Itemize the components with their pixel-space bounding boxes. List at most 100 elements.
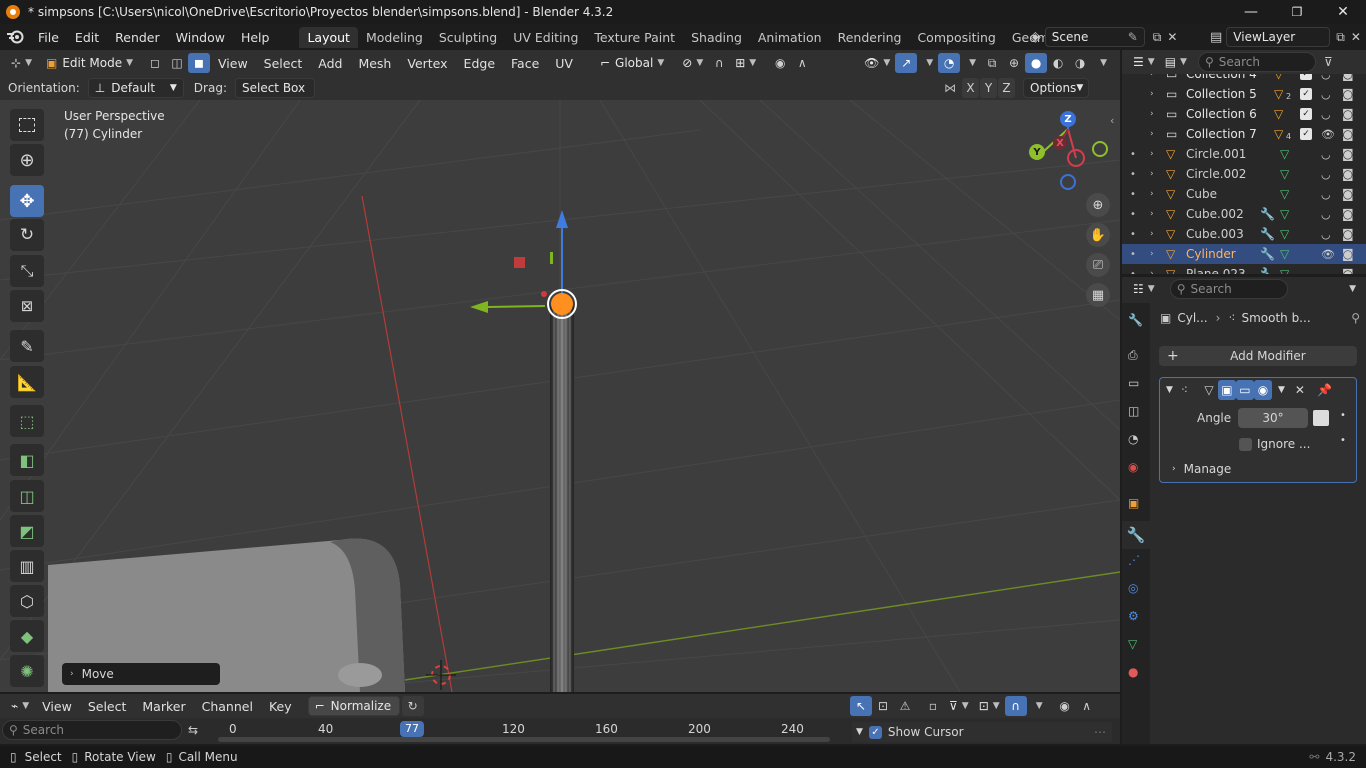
view-layer-selector[interactable]: ▤ ViewLayer ⧉ ✕ — [1210, 27, 1361, 47]
overlays-dropdown[interactable]: ▼ — [960, 53, 981, 73]
header-menu-face[interactable]: Face — [503, 56, 547, 71]
outliner-row[interactable]: • › ▽ Cube.003 🔧 ▽ ◡ ◙ — [1122, 224, 1366, 244]
blender-menu-icon[interactable] — [0, 30, 30, 44]
knife-tool-icon[interactable]: ⬡ — [10, 585, 44, 617]
render-camera-icon[interactable]: ◙ — [1342, 127, 1354, 141]
outliner-row[interactable]: • › ▽ Circle.001 ▽ ◡ ◙ — [1122, 144, 1366, 164]
filter-type-icon[interactable]: ▫ — [922, 696, 944, 716]
sidebar-toggle-icon[interactable]: ‹ — [1110, 114, 1114, 127]
render-camera-icon[interactable]: ◙ — [1342, 107, 1354, 121]
timeline-menu-key[interactable]: Key — [261, 699, 300, 714]
outliner-row[interactable]: › ▭ Collection 6 ▽ ✓ ◡ ◙ — [1122, 104, 1366, 124]
outliner-search-input[interactable]: ⚲ Search — [1197, 52, 1316, 72]
pivot-timeline-dropdown[interactable]: ⊡ ▼ — [974, 696, 1005, 716]
remove-scene-icon[interactable]: ✕ — [1167, 30, 1177, 44]
ignore-keyframe-dot-icon[interactable]: • — [1340, 435, 1346, 446]
close-window-button[interactable]: ✕ — [1320, 0, 1366, 24]
header-menu-add[interactable]: Add — [310, 56, 350, 71]
material-tab-icon[interactable]: ● — [1128, 665, 1138, 679]
bevel-tool-icon[interactable]: ◩ — [10, 515, 44, 547]
workspace-tab-animation[interactable]: Animation — [750, 27, 830, 48]
ignore-sharpness-checkbox[interactable] — [1239, 438, 1252, 451]
face-select-icon[interactable]: ◼ — [188, 53, 210, 73]
gizmo-axis-z[interactable]: Z — [1060, 111, 1076, 127]
overlays-toggle-icon[interactable]: ◔ — [938, 53, 961, 73]
visibility-eye-icon[interactable]: ◡ — [1321, 74, 1331, 81]
outliner-row[interactable]: • › ▽ Circle.002 ▽ ◡ ◙ — [1122, 164, 1366, 184]
new-scene-icon[interactable]: ⧉ — [1153, 30, 1162, 45]
edge-select-icon[interactable]: ◫ — [166, 53, 188, 73]
solid-shading-icon[interactable]: ● — [1025, 53, 1048, 73]
output-tab-icon[interactable]: ▭ — [1128, 376, 1139, 390]
modifier-options-chevron-icon[interactable]: ▼ — [1278, 385, 1285, 395]
panel-collapse-icon[interactable]: ▼ — [856, 727, 863, 737]
transform-orientation-dropdown[interactable]: ⌐ Global ▼ — [595, 53, 669, 73]
pivot-dropdown[interactable]: ⊘ ▼ — [677, 53, 708, 73]
pin-icon[interactable]: ✎ — [1128, 30, 1138, 44]
auto-snap-dropdown[interactable]: ▼ — [1027, 696, 1048, 716]
extrude-tool-icon[interactable]: ◧ — [10, 444, 44, 476]
particles-tab-icon[interactable]: ⋰ — [1128, 553, 1140, 567]
current-frame-indicator[interactable]: 77 — [400, 721, 424, 737]
gizmo-axis-y[interactable]: Y — [1029, 144, 1045, 160]
keyframe-dot-icon[interactable]: • — [1340, 410, 1346, 421]
workspace-tab-modeling[interactable]: Modeling — [358, 27, 431, 48]
editor-type-dropdown[interactable]: ⊹ ▼ — [6, 53, 37, 73]
visibility-eye-icon[interactable]: ◡ — [1321, 228, 1331, 241]
visibility-eye-icon[interactable]: ◡ — [1321, 268, 1331, 275]
move-tool-icon[interactable]: ✥ — [10, 185, 44, 217]
falloff-icon[interactable]: ∧ — [791, 53, 813, 73]
properties-editor-type-dropdown[interactable]: ☷ ▼ — [1128, 279, 1160, 299]
angle-field[interactable]: 30° — [1238, 408, 1308, 428]
visibility-eye-icon[interactable]: 👁 — [1321, 248, 1335, 261]
maximize-button[interactable]: ❐ — [1274, 0, 1320, 24]
workspace-tab-uv-editing[interactable]: UV Editing — [505, 27, 586, 48]
outliner-row[interactable]: • › ▽ Plane.023 🔧 ▽ ◡ ◙ — [1122, 264, 1366, 274]
pin-modifier-icon[interactable]: 📌 — [1317, 383, 1332, 397]
scene-tab-icon[interactable]: ◔ — [1128, 432, 1138, 446]
header-menu-uv[interactable]: UV — [547, 56, 581, 71]
tool-tab-icon[interactable]: 🔧 — [1128, 313, 1143, 327]
render-camera-icon[interactable]: ◙ — [1342, 87, 1354, 101]
menu-window[interactable]: Window — [168, 30, 233, 45]
include-checkbox[interactable]: ✓ — [1300, 108, 1312, 120]
expand-arrow-icon[interactable]: › — [1150, 149, 1154, 159]
viewport-display-icon[interactable]: ▭ — [1235, 380, 1254, 400]
mirror-z-toggle[interactable]: Z — [998, 78, 1015, 98]
shading-dropdown[interactable]: ▼ — [1091, 53, 1112, 73]
workspace-tab-compositing[interactable]: Compositing — [909, 27, 1003, 48]
modifiers-tab-icon[interactable]: 🔧 — [1122, 521, 1150, 549]
poly-build-tool-icon[interactable]: ◆ — [10, 620, 44, 652]
remove-view-layer-icon[interactable]: ✕ — [1351, 30, 1361, 44]
mirror-y-toggle[interactable]: Y — [980, 78, 997, 98]
expand-arrow-icon[interactable]: › — [1150, 269, 1154, 274]
3d-viewport[interactable]: Z Y X User Perspective (77) Cylinder ⊕ ✥… — [0, 100, 1120, 692]
expand-arrow-icon[interactable]: › — [1150, 249, 1154, 259]
timeline-menu-select[interactable]: Select — [80, 699, 135, 714]
constraints-tab-icon[interactable]: ⚙ — [1128, 609, 1139, 623]
object-tab-icon[interactable]: ▣ — [1128, 496, 1139, 510]
expand-arrow-icon[interactable]: › — [1150, 129, 1154, 139]
select-box-tool-icon[interactable] — [10, 109, 44, 141]
annotate-tool-icon[interactable]: ✎ — [10, 330, 44, 362]
menu-render[interactable]: Render — [107, 30, 168, 45]
render-display-icon[interactable]: ◉ — [1253, 380, 1272, 400]
edit-mode-cage-icon[interactable]: ▽ — [1200, 380, 1218, 400]
edit-mode-display-icon[interactable]: ▣ — [1217, 380, 1236, 400]
timeline-menu-view[interactable]: View — [34, 699, 80, 714]
properties-options-chevron-icon[interactable]: ▼ — [1349, 284, 1356, 294]
include-checkbox[interactable]: ✓ — [1300, 128, 1312, 140]
pan-hand-icon[interactable]: ✋ — [1086, 223, 1110, 247]
spin-tool-icon[interactable]: ✺ — [10, 655, 44, 687]
render-camera-icon[interactable]: ◙ — [1342, 207, 1354, 221]
expand-arrow-icon[interactable]: › — [1150, 189, 1154, 199]
outliner-row[interactable]: › ▭ Collection 4 ▽ ✓ ◡ ◙ — [1122, 74, 1366, 84]
outliner-row[interactable]: › ▭ Collection 7 ▽ 4 ✓ 👁 ◙ — [1122, 124, 1366, 144]
outliner-row[interactable]: › ▭ Collection 5 ▽ 2 ✓ ◡ ◙ — [1122, 84, 1366, 104]
proportional-timeline-icon[interactable]: ◉ — [1054, 696, 1076, 716]
timeline-menu-marker[interactable]: Marker — [134, 699, 193, 714]
show-hidden-icon[interactable]: ⊡ — [872, 696, 894, 716]
timeline-menu-channel[interactable]: Channel — [194, 699, 261, 714]
loop-cut-tool-icon[interactable]: ▥ — [10, 550, 44, 582]
visibility-dropdown[interactable]: 👁 ▼ — [859, 53, 895, 73]
